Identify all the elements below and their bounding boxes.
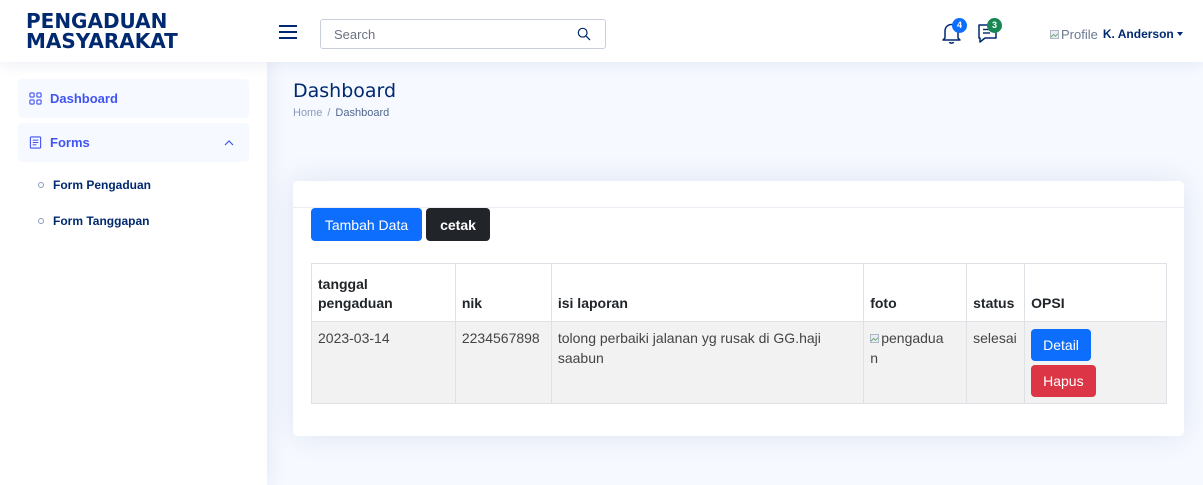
delete-button[interactable]: Hapus [1031,365,1096,397]
header-opsi: OPSI [1024,263,1167,322]
sidebar-subitem-label: Form Pengaduan [53,178,152,192]
header-tanggal-line-2: pengaduan [318,295,393,311]
photo-alt-text-line-1: pengadua [881,330,944,346]
data-card: Tambah Data cetak tanggal pengaduan nik … [293,181,1184,436]
page-title: Dashboard [293,80,397,102]
search-input[interactable] [321,20,571,48]
sidebar-item-label: Forms [50,135,90,150]
table-header-row: tanggal pengaduan nik isi laporan foto s… [311,263,1167,322]
photo-alt-text-line-2: n [870,350,879,366]
journal-text-icon [29,136,42,149]
cell-opsi: Detail Hapus [1024,321,1167,404]
search-bar [320,19,606,49]
header-tanggal-line-1: tanggal [318,276,368,292]
search-icon[interactable] [577,27,591,41]
header-nik: nik [454,263,552,322]
broken-image-icon [870,334,880,343]
sidebar-item-dashboard[interactable]: Dashboard [18,79,249,118]
logo-line-1: PENGADUAN [26,9,168,33]
sidebar-subitem-form-tanggapan[interactable]: Form Tanggapan [38,212,149,230]
circle-icon [38,218,44,224]
breadcrumb-current: Dashboard [335,107,390,119]
sidebar-item-forms[interactable]: Forms [18,123,249,162]
detail-button[interactable]: Detail [1031,329,1091,361]
broken-image-icon [1050,29,1059,39]
header-status: status [966,263,1026,322]
cell-nik: 2234567898 [454,321,552,404]
sidebar-subitem-label: Form Tanggapan [53,214,150,228]
header-isi-laporan: isi laporan [550,263,865,322]
breadcrumb-home[interactable]: Home [293,107,322,119]
sidebar-item-label: Dashboard [50,91,118,106]
sidebar: Dashboard Forms Form Pengaduan Form Tang… [0,62,267,485]
complaints-table: tanggal pengaduan nik isi laporan foto s… [311,263,1167,404]
cell-foto: pengadua n [863,321,968,404]
table-row: 2023-03-14 2234567898 tolong perbaiki ja… [311,321,1167,404]
avatar-alt-text: Profile [1061,26,1098,42]
header-foto: foto [863,263,968,322]
profile-dropdown[interactable]: Profile K. Anderson [1050,25,1183,43]
chevron-down-icon [1176,32,1183,36]
logo[interactable]: PENGADUAN MASYARAKAT [26,11,216,51]
grid-icon [29,92,42,105]
breadcrumb-separator: / [327,107,331,119]
top-header: PENGADUAN MASYARAKAT 4 3 [0,0,1203,62]
logo-line-2: MASYARAKAT [26,29,178,53]
cell-status: selesai [966,321,1026,404]
cell-tanggal: 2023-03-14 [311,321,456,404]
profile-name: K. Anderson [1102,27,1174,41]
chevron-up-icon [224,140,234,146]
circle-icon [38,182,44,188]
notification-count-badge: 4 [952,18,967,33]
messages-button[interactable]: 3 [976,18,1002,45]
header-tanggal-pengaduan: tanggal pengaduan [311,263,456,322]
complaint-photo: pengadua n [870,328,960,368]
cell-isi-laporan: tolong perbaiki jalanan yg rusak di GG.h… [550,321,865,404]
add-data-button[interactable]: Tambah Data [311,208,422,241]
message-count-badge: 3 [987,18,1002,33]
notifications-button[interactable]: 4 [941,18,967,45]
avatar: Profile [1050,27,1098,42]
breadcrumb: Home / Dashboard [293,107,389,119]
print-button[interactable]: cetak [426,208,490,241]
sidebar-subitem-form-pengaduan[interactable]: Form Pengaduan [38,176,151,194]
hamburger-icon[interactable] [279,25,297,39]
